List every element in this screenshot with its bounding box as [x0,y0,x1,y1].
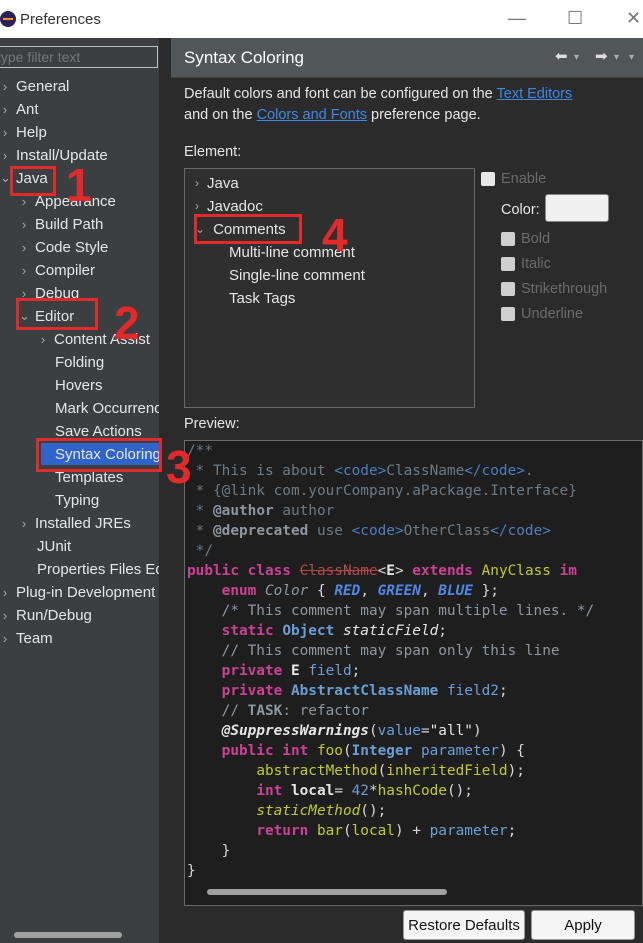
tree-item-hovers[interactable]: Hovers [55,374,103,396]
tree-item-properties-files-editor[interactable]: Properties Files Editor [37,558,159,580]
tree-item-build-path[interactable]: › Build Path [19,213,104,235]
tree-horizontal-scrollbar[interactable] [14,932,122,938]
chevron-right-icon[interactable]: › [0,608,10,623]
checkbox-box[interactable] [501,232,515,246]
code-preview: /** * This is about <code>ClassName</cod… [184,440,643,906]
maximize-icon[interactable]: ☐ [567,8,583,29]
preview-label: Preview: [184,416,240,432]
chevron-right-icon[interactable]: › [0,631,10,646]
title-bar: Preferences — ☐ ✕ [0,0,643,38]
preview-code: /** * This is about <code>ClassName</cod… [187,443,595,879]
chevron-right-icon[interactable]: › [19,516,29,531]
page-title: Syntax Coloring [184,48,305,67]
filter-field[interactable] [0,46,158,68]
checkbox-box[interactable] [501,282,515,296]
checkbox-box[interactable] [481,172,495,186]
annotation-box-3 [36,438,162,472]
tree-item-run-debug[interactable]: › Run/Debug [0,604,92,626]
eclipse-icon [0,11,16,27]
forward-dropdown-icon[interactable]: ▾ [614,52,619,63]
tree-item-installed-jres[interactable]: › Installed JREs [19,512,131,534]
annotation-number-3: 3 [166,441,192,493]
chevron-right-icon[interactable]: › [0,79,10,94]
restore-defaults-button[interactable]: Restore Defaults [403,910,525,940]
chevron-right-icon[interactable]: › [38,332,48,347]
element-label: Element: [184,144,242,160]
color-picker-button[interactable] [545,194,609,222]
element-tree[interactable]: › Java › Javadoc ⌄ Comments Multi-line comm… [184,168,475,408]
underline-checkbox[interactable]: Underline [501,306,583,322]
tree-item-folding[interactable]: Folding [55,351,104,373]
text-editors-link[interactable]: Text Editors [497,86,573,102]
element-java[interactable]: › Java [195,172,239,194]
element-task-tags[interactable]: Task Tags [229,287,295,309]
chevron-right-icon[interactable]: › [19,263,29,278]
tree-item-typing[interactable]: Typing [55,489,99,511]
annotation-box-1 [10,166,56,196]
chevron-down-icon[interactable]: ⌄ [0,170,11,186]
checkbox-box[interactable] [501,307,515,321]
back-arrow-icon[interactable]: ⬅ [555,47,568,65]
back-dropdown-icon[interactable]: ▾ [574,52,579,63]
tree-item-junit[interactable]: JUnit [37,535,71,557]
chevron-right-icon[interactable]: › [0,148,10,163]
checkbox-box[interactable] [501,257,515,271]
strikethrough-checkbox[interactable]: Strikethrough [501,281,607,297]
forward-arrow-icon[interactable]: ➡ [595,47,608,65]
annotation-number-2: 2 [114,297,140,349]
tree-item-team[interactable]: › Team [0,627,53,649]
view-menu-icon[interactable]: ▾ [629,52,634,63]
chevron-right-icon[interactable]: › [0,125,10,140]
chevron-right-icon[interactable]: › [195,176,199,190]
annotation-number-1: 1 [66,159,92,211]
annotation-box-4 [194,214,302,244]
chevron-right-icon[interactable]: › [195,199,199,213]
chevron-right-icon[interactable]: › [19,240,29,255]
tree-item-ant[interactable]: › Ant [0,98,39,120]
filter-input[interactable] [0,47,157,67]
chevron-right-icon[interactable]: › [0,102,10,117]
bold-checkbox[interactable]: Bold [501,231,550,247]
italic-checkbox[interactable]: Italic [501,256,551,272]
annotation-number-4: 4 [322,209,348,261]
apply-button[interactable]: Apply [531,910,635,940]
tree-item-help[interactable]: › Help [0,121,47,143]
enable-checkbox[interactable]: Enable [481,171,546,187]
minimize-icon[interactable]: — [508,8,526,29]
page-description: Default colors and font can be configure… [184,86,573,123]
colors-and-fonts-link[interactable]: Colors and Fonts [257,107,367,123]
tree-item-general[interactable]: › General [0,75,70,97]
element-single-line-comment[interactable]: Single-line comment [229,264,365,286]
color-label: Color: [501,202,540,218]
chevron-right-icon[interactable]: › [19,217,29,232]
preview-horizontal-scrollbar[interactable] [207,889,447,895]
tree-item-compiler[interactable]: › Compiler [19,259,95,281]
chevron-right-icon[interactable]: › [0,585,10,600]
annotation-box-2 [16,298,98,330]
tree-item-mark-occurrences[interactable]: Mark Occurrences [55,397,159,419]
tree-item-code-style[interactable]: › Code Style [19,236,109,258]
preference-page: Syntax Coloring ⬅ ▾ ➡ ▾ ▾ Default colors… [171,38,643,943]
window-title: Preferences [20,10,101,28]
close-icon[interactable]: ✕ [626,8,641,29]
tree-item-plugin-development[interactable]: › Plug-in Development [0,581,155,603]
page-header: Syntax Coloring ⬅ ▾ ➡ ▾ ▾ [171,38,643,78]
